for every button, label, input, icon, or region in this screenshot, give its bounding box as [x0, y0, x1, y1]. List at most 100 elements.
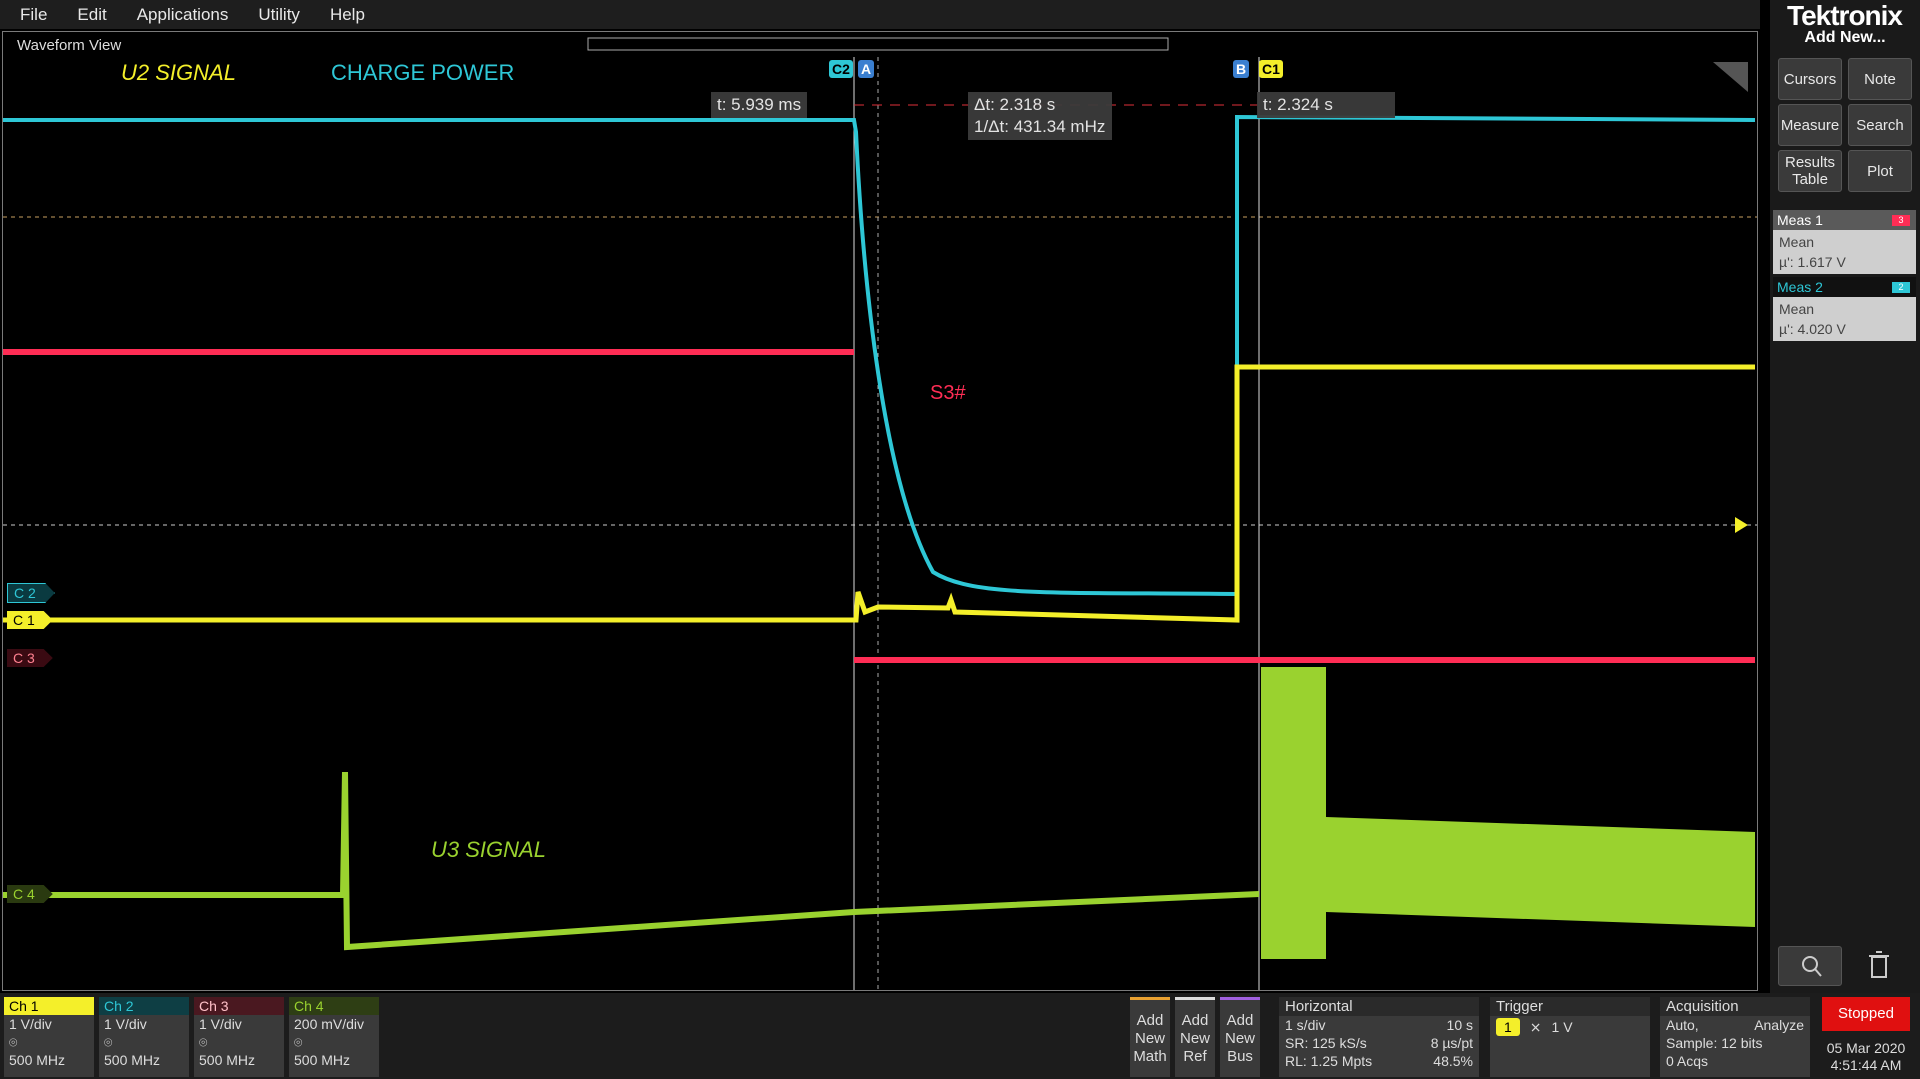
meas1-source-badge: 3 [1892, 215, 1910, 226]
corner-icon[interactable] [1713, 62, 1748, 92]
u3-signal-label: U3 SIGNAL [431, 837, 546, 862]
meas1-stat: Mean [1779, 234, 1815, 250]
meas1-badge[interactable]: Meas 1 3 Mean µ': 1.617 V [1773, 210, 1916, 274]
acquisition-count: 0 Acqs [1666, 1053, 1709, 1069]
charge-power-label: CHARGE POWER [331, 60, 515, 85]
ch2-waveform [3, 114, 1756, 597]
ch2-name: Ch 2 [99, 997, 189, 1015]
acquisition-analyze: Analyze [1754, 1017, 1804, 1033]
trigger-source: 1 [1496, 1018, 1520, 1036]
record-length: RL: 1.25 Mpts [1285, 1053, 1373, 1069]
acquisition-title: Acquisition [1660, 997, 1810, 1016]
delete-button[interactable] [1848, 946, 1910, 984]
horizontal-scrollbar[interactable] [587, 37, 1169, 51]
trigger-edge-icon: ⨯ [1529, 1019, 1542, 1035]
ch3-offset-tag[interactable]: C 3 [7, 649, 53, 667]
cursor-a-readout: t: 5.939 ms [711, 92, 808, 118]
settings-bar: Ch 1 1 V/div ⌾ 500 MHz Ch 2 1 V/div ⌾ 50… [0, 993, 1920, 1079]
horizontal-panel[interactable]: Horizontal 1 s/div 10 s SR: 125 kS/s 8 µs/… [1279, 997, 1479, 1077]
ch3-waveform [3, 349, 1755, 663]
run-stop-status[interactable]: Stopped [1822, 997, 1910, 1031]
menu-utility[interactable]: Utility [258, 5, 300, 25]
ch4-name: Ch 4 [289, 997, 379, 1015]
inverse-delta-t-value: 1/Δt: 431.34 mHz [974, 117, 1106, 136]
cursor-b-tag[interactable]: B [1233, 60, 1250, 78]
menu-edit[interactable]: Edit [77, 5, 106, 25]
right-panel: Tektronix Add New... Cursors Note Measur… [1770, 0, 1920, 1079]
delta-t-value: Δt: 2.318 s [974, 95, 1056, 114]
ch4-waveform [3, 771, 1260, 951]
add-math-button[interactable]: Add New Math [1130, 997, 1170, 1077]
ch4-scale: 200 mV/div [294, 1016, 365, 1032]
ch4-noise-band [1326, 817, 1755, 927]
ch4-bandwidth: 500 MHz [294, 1052, 351, 1068]
meas2-value: µ': 4.020 V [1779, 321, 1846, 337]
note-button[interactable]: Note [1848, 58, 1912, 100]
ch1-offset-tag[interactable]: C 1 [7, 611, 53, 629]
menu-file[interactable]: File [20, 5, 47, 25]
probe-icon: ⌾ [9, 1034, 18, 1050]
waveform-canvas [3, 37, 1757, 990]
add-new-label: Add New... [1804, 29, 1886, 46]
acquisition-mode: Auto, [1666, 1017, 1699, 1033]
waveform-view[interactable]: Waveform View U2 SIGNAL CHARGE POWER S3#… [2, 31, 1758, 991]
trigger-title: Trigger [1490, 997, 1650, 1016]
ch3-bandwidth: 500 MHz [199, 1052, 256, 1068]
probe-icon: ⌾ [104, 1034, 113, 1050]
acquisition-sample: Sample: 12 bits [1666, 1035, 1763, 1051]
cursors-button[interactable]: Cursors [1778, 58, 1842, 100]
ch2-badge[interactable]: Ch 2 1 V/div ⌾ 500 MHz [99, 997, 189, 1077]
meas2-title: Meas 2 [1777, 279, 1823, 295]
meas2-stat: Mean [1779, 301, 1815, 317]
ch4-badge[interactable]: Ch 4 200 mV/div ⌾ 500 MHz [289, 997, 379, 1077]
horizontal-position: 48.5% [1433, 1053, 1473, 1069]
ch1-scale: 1 V/div [9, 1016, 52, 1032]
cursor-a-tag[interactable]: A [858, 60, 875, 78]
trigger-level: 1 V [1551, 1019, 1573, 1035]
add-ref-button[interactable]: Add New Ref [1175, 997, 1215, 1077]
probe-icon: ⌾ [294, 1034, 303, 1050]
add-bus-button[interactable]: Add New Bus [1220, 997, 1260, 1077]
time-per-point: 8 µs/pt [1430, 1035, 1473, 1051]
ch2-bandwidth: 500 MHz [104, 1052, 161, 1068]
meas2-badge[interactable]: Meas 2 2 Mean µ': 4.020 V [1773, 277, 1916, 341]
meas2-source-badge: 2 [1892, 282, 1910, 293]
horizontal-scale: 1 s/div [1285, 1017, 1326, 1033]
measure-button[interactable]: Measure [1778, 104, 1842, 146]
cursor-c2-tag[interactable]: C2 [829, 60, 853, 78]
results-table-button[interactable]: Results Table [1778, 150, 1842, 192]
ch4-offset-tag[interactable]: C 4 [7, 885, 53, 903]
cursor-b-readout: t: 2.324 s [1257, 92, 1395, 118]
ch3-scale: 1 V/div [199, 1016, 242, 1032]
cursor-c1-tag[interactable]: C1 [1259, 60, 1283, 78]
ch1-waveform [3, 364, 1755, 623]
menu-applications[interactable]: Applications [137, 5, 229, 25]
time-label: 4:51:44 AM [1830, 1057, 1902, 1073]
ch2-scale: 1 V/div [104, 1016, 147, 1032]
u2-signal-label: U2 SIGNAL [121, 60, 236, 85]
ch2-offset-tag[interactable]: C 2 [7, 583, 55, 603]
magnifier-icon [1802, 956, 1822, 977]
meas1-value: µ': 1.617 V [1779, 254, 1846, 270]
menu-help[interactable]: Help [330, 5, 365, 25]
date-label: 05 Mar 2020 [1826, 1040, 1906, 1056]
trigger-panel[interactable]: Trigger 1 ⨯ 1 V [1490, 997, 1650, 1077]
delta-readout: Δt: 2.318 s 1/Δt: 431.34 mHz [968, 92, 1112, 140]
horizontal-duration: 10 s [1446, 1017, 1473, 1033]
brand-logo: Tektronix [1787, 0, 1903, 31]
zoom-button[interactable] [1778, 946, 1842, 986]
meas1-title: Meas 1 [1777, 212, 1823, 228]
ch1-bandwidth: 500 MHz [9, 1052, 66, 1068]
plot-button[interactable]: Plot [1848, 150, 1912, 192]
probe-icon: ⌾ [199, 1034, 208, 1050]
s3-label: S3# [930, 382, 966, 404]
acquisition-panel[interactable]: Acquisition Auto, Analyze Sample: 12 bits… [1660, 997, 1810, 1077]
trigger-level-marker[interactable] [1735, 517, 1748, 533]
ch3-name: Ch 3 [194, 997, 284, 1015]
ch3-badge[interactable]: Ch 3 1 V/div ⌾ 500 MHz [194, 997, 284, 1077]
trash-icon [1869, 951, 1889, 978]
ch1-badge[interactable]: Ch 1 1 V/div ⌾ 500 MHz [4, 997, 94, 1077]
menu-bar: File Edit Applications Utility Help [0, 0, 1760, 29]
date-time: 05 Mar 2020 4:51:44 AM [1822, 1040, 1910, 1074]
search-button[interactable]: Search [1848, 104, 1912, 146]
